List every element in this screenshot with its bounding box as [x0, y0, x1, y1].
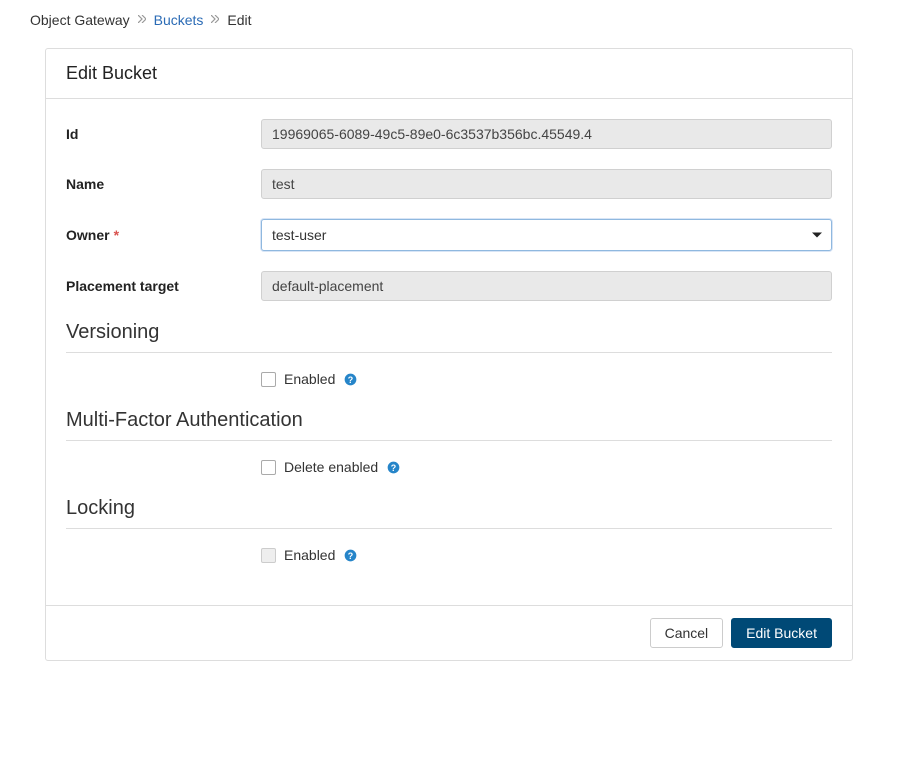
breadcrumb-object-gateway: Object Gateway [30, 12, 130, 28]
versioning-section-title: Versioning [66, 321, 832, 344]
placement-label: Placement target [66, 278, 261, 294]
locking-enabled-checkbox [261, 548, 276, 563]
required-asterisk: * [114, 227, 119, 243]
edit-bucket-panel: Edit Bucket Id Name Owner* test-user [45, 48, 853, 661]
mfa-delete-row: Delete enabled ? [66, 459, 832, 475]
mfa-delete-enabled-checkbox[interactable] [261, 460, 276, 475]
form-row-owner: Owner* test-user [66, 219, 832, 251]
help-icon[interactable]: ? [343, 372, 357, 386]
panel-body: Id Name Owner* test-user [46, 99, 852, 605]
locking-enabled-label: Enabled [284, 547, 335, 563]
svg-text:?: ? [348, 374, 353, 384]
cancel-button[interactable]: Cancel [650, 618, 724, 648]
panel-title: Edit Bucket [46, 49, 852, 99]
breadcrumb: Object Gateway Buckets Edit [30, 12, 883, 28]
help-icon[interactable]: ? [343, 548, 357, 562]
form-row-name: Name [66, 169, 832, 199]
divider [66, 528, 832, 529]
panel-footer: Cancel Edit Bucket [46, 605, 852, 660]
owner-label: Owner* [66, 227, 261, 243]
svg-text:?: ? [348, 550, 353, 560]
form-row-placement: Placement target [66, 271, 832, 301]
divider [66, 440, 832, 441]
versioning-enabled-row: Enabled ? [66, 371, 832, 387]
owner-select[interactable]: test-user [261, 219, 832, 251]
mfa-section-title: Multi-Factor Authentication [66, 409, 832, 432]
name-field [261, 169, 832, 199]
id-label: Id [66, 126, 261, 142]
locking-enabled-row: Enabled ? [66, 547, 832, 563]
mfa-delete-enabled-label: Delete enabled [284, 459, 378, 475]
form-row-id: Id [66, 119, 832, 149]
breadcrumb-edit: Edit [227, 12, 251, 28]
versioning-enabled-label: Enabled [284, 371, 335, 387]
versioning-enabled-checkbox[interactable] [261, 372, 276, 387]
edit-bucket-button[interactable]: Edit Bucket [731, 618, 832, 648]
placement-field [261, 271, 832, 301]
locking-section-title: Locking [66, 497, 832, 520]
breadcrumb-buckets-link[interactable]: Buckets [154, 12, 204, 28]
divider [66, 352, 832, 353]
svg-text:?: ? [390, 462, 395, 472]
chevron-right-icon [211, 14, 219, 26]
help-icon[interactable]: ? [386, 460, 400, 474]
id-field [261, 119, 832, 149]
chevron-right-icon [138, 14, 146, 26]
name-label: Name [66, 176, 261, 192]
